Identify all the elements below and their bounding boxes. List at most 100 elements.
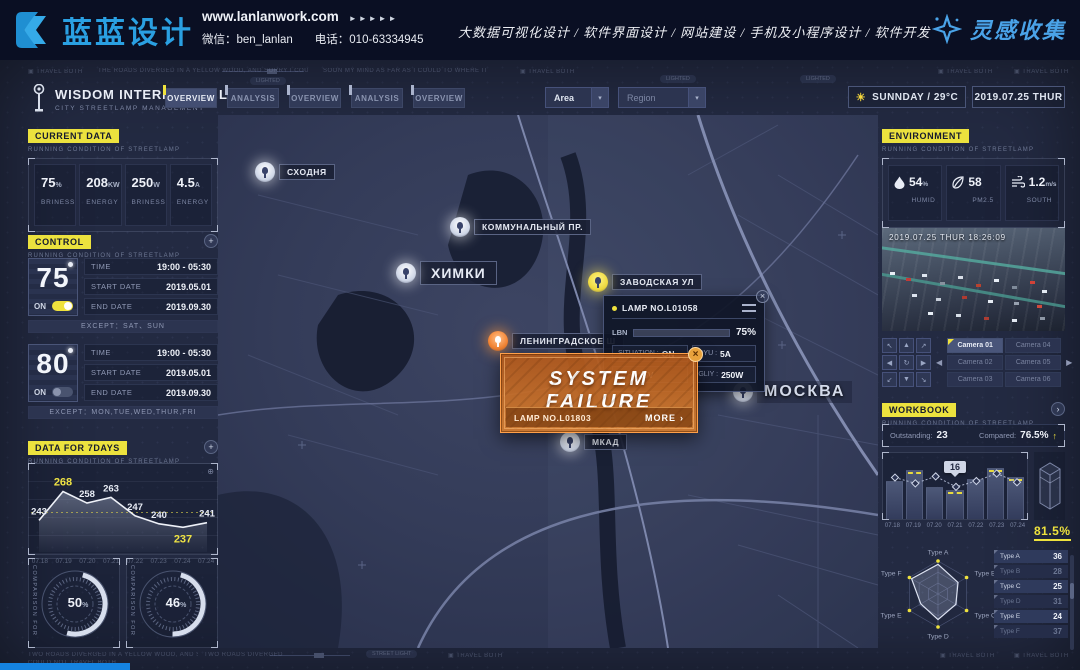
- lamp-pin-icon: [396, 263, 416, 283]
- except-bar: EXCEPT：SAT、SUN: [28, 320, 218, 333]
- pan-up-right-button[interactable]: ↗: [916, 338, 931, 353]
- camera-item-1[interactable]: Camera 01: [947, 338, 1003, 353]
- camera-item-3[interactable]: Camera 03: [947, 372, 1003, 387]
- decor-slider: [270, 655, 350, 656]
- type-row-b[interactable]: Type B28: [994, 565, 1068, 578]
- more-button[interactable]: MORE›: [645, 413, 684, 423]
- camera-item-4[interactable]: Camera 04: [1005, 338, 1061, 353]
- reset-view-button[interactable]: ↻: [899, 355, 914, 370]
- trend-up-icon: ↑: [1053, 431, 1058, 441]
- lighted-chip: LIGHTED: [660, 75, 696, 83]
- weather-text: SUNNDAY / 29°C: [872, 92, 958, 103]
- pin-label: ЗАВОДСКАЯ УЛ: [612, 274, 702, 290]
- add-schedule-button[interactable]: +: [204, 234, 218, 248]
- end-date-row: END DATE2019.09.30: [84, 298, 218, 315]
- pan-up-button[interactable]: ▲: [899, 338, 914, 353]
- bar-tooltip: 16: [944, 461, 966, 473]
- panel-title-chip: DATA FOR 7DAYS: [28, 441, 127, 455]
- type-row-d[interactable]: Type D31: [994, 595, 1068, 608]
- metric-card: 4.5AENERGY: [170, 164, 212, 226]
- lbn-label: LBN: [612, 328, 627, 337]
- control-group-2: 80 ON TIME19:00 - 05:30 START DATE2019.0…: [28, 344, 218, 402]
- tab-overview-3[interactable]: OVERVIEW: [413, 88, 465, 108]
- decor-checkbox-text: ▣ TRAVEL BOTH: [520, 68, 575, 75]
- map-pin-zavodskaya[interactable]: ЗАВОДСКАЯ УЛ: [588, 272, 702, 292]
- streetlamp-icon: [32, 84, 46, 114]
- type-row-a[interactable]: Type A36: [994, 550, 1068, 563]
- field-gliy: GLIY :250W: [692, 366, 756, 383]
- power-toggle[interactable]: [52, 387, 73, 397]
- metric-card: 208KWENERGY: [79, 164, 121, 226]
- add-chart-button[interactable]: +: [204, 440, 218, 454]
- video-timestamp: 2019.07.25 THUR 18:26:09: [889, 233, 1006, 242]
- street-light-chip: STREET LIGHT: [366, 650, 417, 658]
- sparkle-star-icon: [932, 14, 962, 44]
- pan-right-button[interactable]: ▶: [916, 355, 931, 370]
- decor-checkbox-text: ▣ TRAVEL BOTH: [1014, 68, 1069, 75]
- website-link[interactable]: www.lanlanwork.com: [202, 9, 339, 24]
- right-scrollbar-thumb[interactable]: [1070, 583, 1074, 599]
- camera-dpad: ↖ ▲ ↗ ◀ ↻ ▶ ↙ ▼ ↘: [882, 338, 931, 387]
- map-pin-khimki[interactable]: ХИМКИ: [396, 261, 497, 285]
- arrows-decor: ►►►►►: [349, 14, 399, 23]
- type-row-e[interactable]: Type E24: [994, 610, 1068, 623]
- type-list: Type A36 Type B28 Type C25 Type D31 Type…: [994, 550, 1068, 638]
- tab-analysis-1[interactable]: ANALYSIS: [227, 88, 279, 108]
- services-list: 大数据可视化设计 / 软件界面设计 / 网站建设 / 手机及小程序设计 / 软件…: [458, 22, 930, 41]
- prev-cameras-arrow[interactable]: ◀: [936, 358, 942, 367]
- pan-up-left-button[interactable]: ↖: [882, 338, 897, 353]
- lamp-pin-icon: [450, 217, 470, 237]
- brightness-box: 80 ON: [28, 344, 78, 402]
- next-cameras-arrow[interactable]: ▶: [1066, 358, 1072, 367]
- camera-item-5[interactable]: Camera 05: [1005, 355, 1061, 370]
- map-pin-mkad[interactable]: МКАД: [560, 432, 627, 452]
- svg-text:268: 268: [54, 477, 72, 489]
- filter-sliders-icon[interactable]: [742, 303, 756, 313]
- pan-down-left-button[interactable]: ↙: [882, 372, 897, 387]
- leaf-icon: [952, 176, 964, 189]
- camera-feed[interactable]: 2019.07.25 THUR 18:26:09: [882, 228, 1065, 331]
- status-dot: [612, 306, 617, 311]
- chevron-right-icon: ›: [680, 413, 684, 423]
- pan-down-right-button[interactable]: ↘: [916, 372, 931, 387]
- map-pin-skhodnya[interactable]: СХОДНЯ: [255, 162, 335, 182]
- collect-block[interactable]: 灵感收集: [932, 13, 1066, 45]
- pan-left-button[interactable]: ◀: [882, 355, 897, 370]
- close-icon[interactable]: ×: [756, 290, 769, 303]
- expand-workbook-button[interactable]: ›: [1051, 402, 1065, 416]
- city-map[interactable]: СХОДНЯ КОММУНАЛЬНЫЙ ПР. ХИМКИ ЗАВОДСКАЯ …: [218, 115, 878, 648]
- weather-widget: ☀ SUNNDAY / 29°C: [848, 86, 966, 108]
- close-icon[interactable]: ×: [688, 347, 703, 362]
- pin-label: ХИМКИ: [420, 261, 497, 285]
- lamp-pin-icon: [488, 331, 508, 351]
- svg-text:241: 241: [199, 509, 216, 520]
- area-dropdown[interactable]: Area▾: [545, 87, 609, 108]
- tab-overview-2[interactable]: OVERVIEW: [289, 88, 341, 108]
- power-toggle[interactable]: [52, 301, 73, 311]
- comparison-gauge-1: COMPARISON FOR 50%: [28, 558, 120, 648]
- tab-overview-1[interactable]: OVERVIEW: [165, 88, 217, 108]
- end-date-row: END DATE2019.09.30: [84, 384, 218, 401]
- map-pin-kommunalny[interactable]: КОММУНАЛЬНЫЙ ПР.: [450, 217, 591, 237]
- wind-icon: [1011, 176, 1025, 188]
- region-dropdown[interactable]: Region▾: [618, 87, 706, 108]
- decor-slider: [222, 71, 304, 72]
- lamp-pin-icon: [255, 162, 275, 182]
- type-row-f[interactable]: Type F37: [994, 625, 1068, 638]
- week-line-chart: ⊕ 243268258263247240237241: [28, 463, 218, 555]
- traffic-decor: [890, 272, 895, 275]
- comparison-gauge-2: COMPARISON FOR 46%: [126, 558, 218, 648]
- camera-item-2[interactable]: Camera 02: [947, 355, 1003, 370]
- tab-analysis-2[interactable]: ANALYSIS: [351, 88, 403, 108]
- lanlan-logo-icon: [12, 10, 54, 50]
- svg-text:Type B: Type B: [974, 571, 996, 578]
- lbn-progressbar: [633, 329, 730, 337]
- start-date-row: START DATE2019.05.01: [84, 364, 218, 381]
- workbook-stats: Outstanding:23 Compared:76.5%↑: [882, 424, 1065, 447]
- brightness-box: 75 ON: [28, 258, 78, 316]
- lanlan-logo: 蓝蓝设计: [12, 8, 194, 52]
- gauge-label: COMPARISON FOR: [129, 565, 135, 636]
- camera-item-6[interactable]: Camera 06: [1005, 372, 1061, 387]
- type-row-c[interactable]: Type C25: [994, 580, 1068, 593]
- pan-down-button[interactable]: ▼: [899, 372, 914, 387]
